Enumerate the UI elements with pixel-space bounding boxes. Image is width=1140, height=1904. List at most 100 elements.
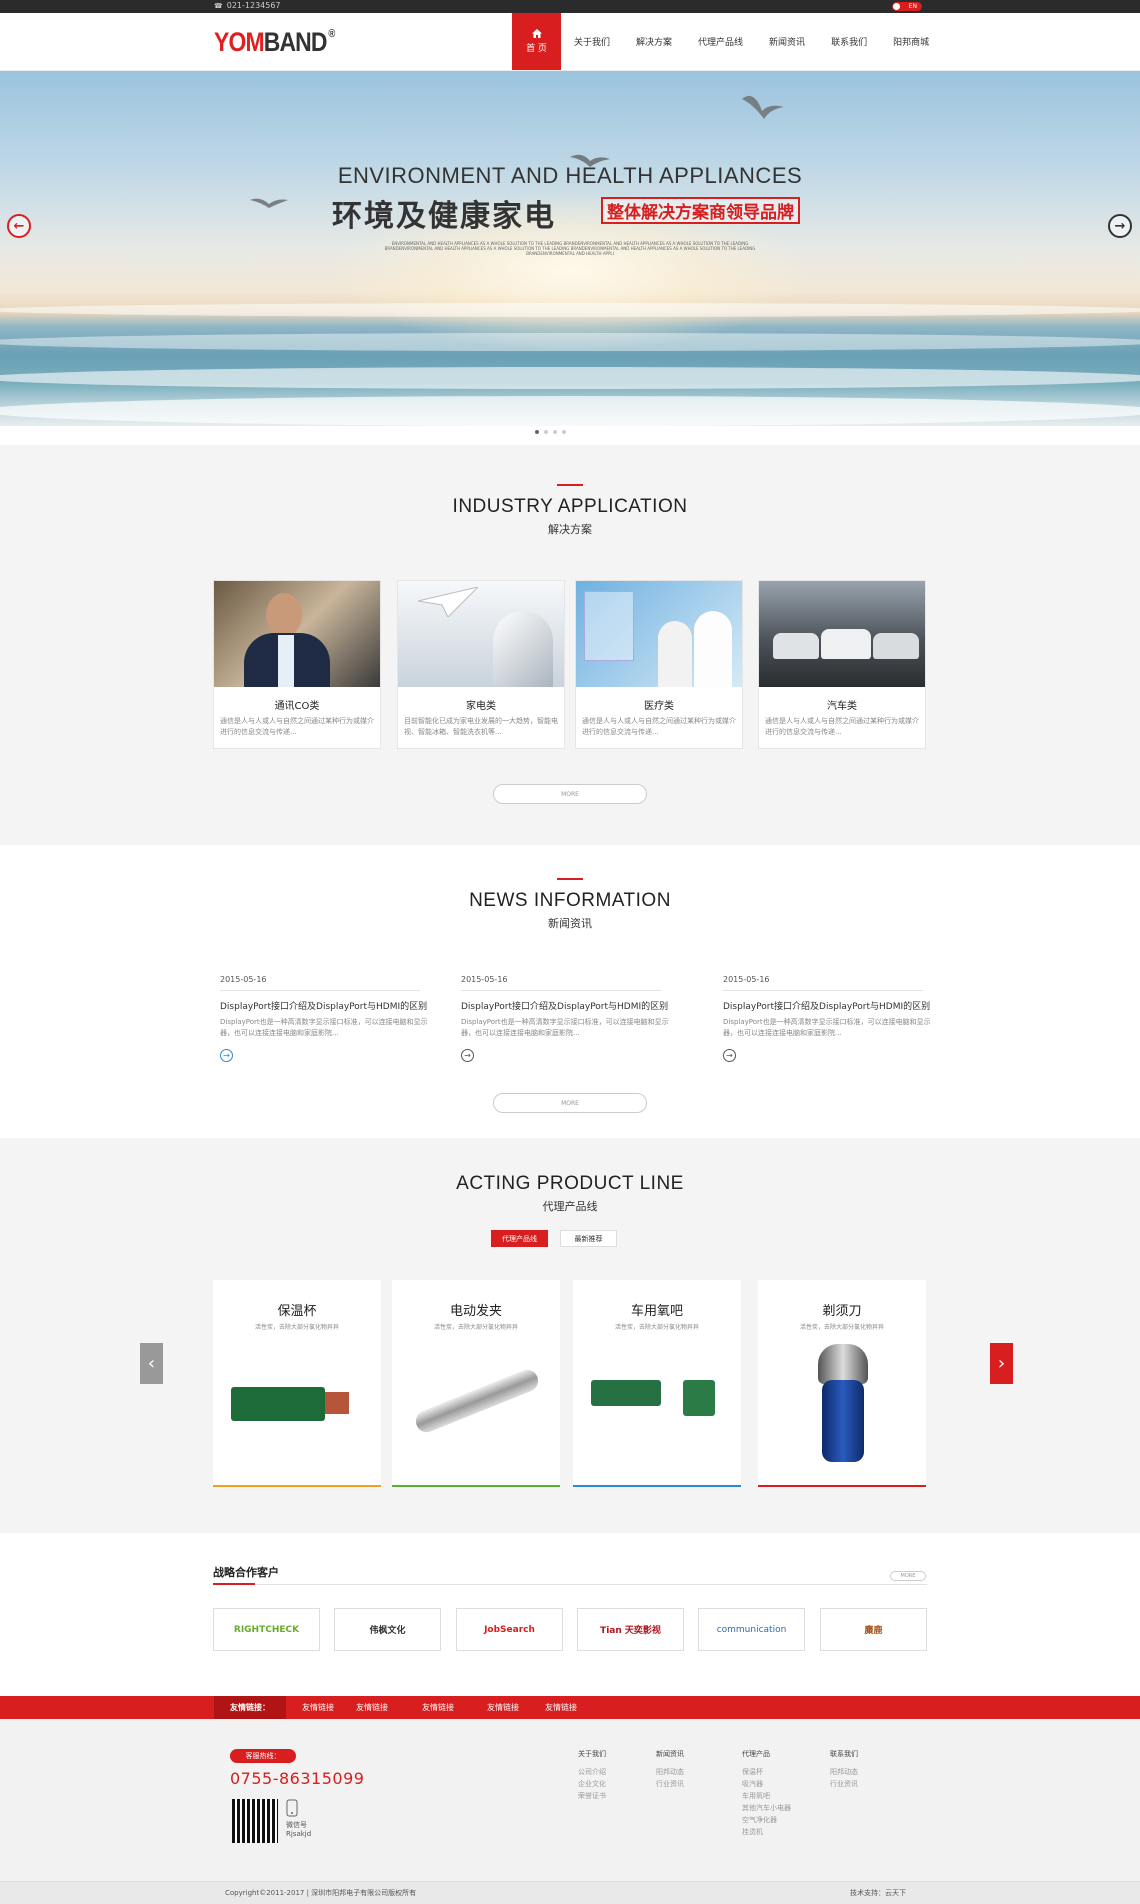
toggle-knob bbox=[893, 3, 900, 10]
footer-link[interactable]: 车用氧吧 bbox=[742, 1790, 791, 1802]
site-logo[interactable]: YOMBAND ® bbox=[214, 27, 335, 58]
pagination-dot[interactable] bbox=[553, 430, 557, 434]
footer-col-heading: 联系我们 bbox=[830, 1750, 858, 1758]
news-item[interactable]: 2015-05-16 DisplayPort接口介绍及DisplayPort与H… bbox=[220, 975, 430, 1062]
footer-link[interactable]: 公司介绍 bbox=[578, 1766, 606, 1778]
car-shape bbox=[773, 633, 819, 659]
card-desc: 目前智能化已成为家电业发展的一大趋势，智能电视、智能冰箱、智能洗衣机等... bbox=[404, 717, 558, 736]
main-nav: 首 页 关于我们 解决方案 代理产品线 新闻资讯 联系我们 阳邦商城 bbox=[512, 13, 942, 70]
footer-col-contact: 联系我们 阳邦动态 行业资讯 bbox=[830, 1749, 858, 1790]
mobile-phone-icon bbox=[286, 1799, 298, 1817]
pagination-dot[interactable] bbox=[535, 430, 539, 434]
friend-link[interactable]: 友情链接 bbox=[356, 1696, 388, 1719]
news-heading: NEWS INFORMATION 新闻资讯 bbox=[0, 878, 1140, 931]
card-image bbox=[398, 581, 564, 687]
partner-logo[interactable]: RIGHTCHECK bbox=[213, 1608, 320, 1651]
banner-small-text: ENVIRONMENTAL AND HEALTH APPLIANCES AS A… bbox=[384, 241, 756, 256]
partner-logo[interactable]: JobSearch bbox=[456, 1608, 563, 1651]
nav-solutions[interactable]: 解决方案 bbox=[623, 13, 685, 70]
product-card[interactable]: 保温杯 活性炭，去除大部分氯化物异异 bbox=[213, 1280, 381, 1487]
footer-col-heading: 代理产品 bbox=[742, 1750, 770, 1758]
hotline-number: 0755-86315099 bbox=[230, 1769, 365, 1788]
product-subtitle: 活性炭，去除大部分氯化物异异 bbox=[799, 1324, 884, 1331]
footer-link[interactable]: 阳邦动态 bbox=[830, 1766, 858, 1778]
industry-more-button[interactable]: MORE bbox=[493, 784, 647, 804]
partner-logo[interactable]: 麋鹿 bbox=[820, 1608, 927, 1651]
doctor-figure bbox=[694, 611, 732, 687]
news-more-button[interactable]: MORE bbox=[493, 1093, 647, 1113]
footer-link[interactable]: 保温杯 bbox=[742, 1766, 791, 1778]
partner-logo[interactable]: Tian 天奕影视 bbox=[577, 1608, 684, 1651]
industry-card[interactable]: 家电类 目前智能化已成为家电业发展的一大趋势，智能电视、智能冰箱、智能洗衣机等.… bbox=[397, 580, 565, 749]
footer-link[interactable]: 挂烫机 bbox=[742, 1826, 791, 1838]
card-desc: 通信是人与人或人与自然之间通过某种行为或媒介进行的信息交流与传递... bbox=[765, 717, 919, 736]
footer-link[interactable]: 阳邦动态 bbox=[656, 1766, 684, 1778]
site-footer: 客服热线： 0755-86315099 微信号 Rjsakjd 关于我们 公司介… bbox=[0, 1719, 1140, 1881]
arrow-right-icon: → bbox=[1114, 218, 1126, 234]
product-title: 电动发夹 bbox=[449, 1304, 502, 1319]
nav-mall[interactable]: 阳邦商城 bbox=[880, 13, 942, 70]
qr-code-image bbox=[232, 1799, 278, 1843]
xray-panel bbox=[584, 591, 634, 661]
footer-col-about: 关于我们 公司介绍 企业文化 荣誉证书 bbox=[578, 1749, 606, 1802]
card-desc: 通信是人与人或人与自然之间通过某种行为或媒介进行的信息交流与传递... bbox=[582, 717, 736, 736]
footer-link[interactable]: 荣誉证书 bbox=[578, 1790, 606, 1802]
friend-link[interactable]: 友情链接 bbox=[422, 1696, 454, 1719]
industry-card[interactable]: 医疗类 通信是人与人或人与自然之间通过某种行为或媒介进行的信息交流与传递... bbox=[575, 580, 743, 749]
nav-home[interactable]: 首 页 bbox=[512, 13, 561, 70]
product-card[interactable]: 电动发夹 活性炭，去除大部分氯化物异异 bbox=[392, 1280, 560, 1487]
footer-col-heading: 新闻资讯 bbox=[656, 1750, 684, 1758]
news-desc: DisplayPort也是一种高清数字显示接口标准，可以连接电脑和显示器，也可以… bbox=[723, 1018, 931, 1037]
footer-link[interactable]: 吸汽器 bbox=[742, 1778, 791, 1790]
footer-link[interactable]: 行业资讯 bbox=[830, 1778, 858, 1790]
nav-news[interactable]: 新闻资讯 bbox=[756, 13, 818, 70]
friend-link[interactable]: 友情链接 bbox=[302, 1696, 334, 1719]
wechat-label: 微信号 bbox=[286, 1821, 307, 1829]
card-title: 医疗类 bbox=[644, 701, 674, 712]
footer-link[interactable]: 其他汽车小电器 bbox=[742, 1802, 791, 1814]
card-accent-line bbox=[758, 1485, 926, 1487]
shaver-head-image bbox=[818, 1344, 868, 1384]
products-prev-button[interactable]: ‹ bbox=[140, 1343, 163, 1384]
language-toggle[interactable]: EN bbox=[892, 2, 922, 11]
nav-contact[interactable]: 联系我们 bbox=[818, 13, 880, 70]
product-card[interactable]: 剃须刀 活性炭，去除大部分氯化物异异 bbox=[758, 1280, 926, 1487]
card-title: 通讯CO类 bbox=[274, 701, 320, 712]
tech-support-text: 技术支持：云天下 bbox=[850, 1889, 906, 1897]
hero-banner: ENVIRONMENT AND HEALTH APPLIANCES 环境及健康家… bbox=[0, 71, 1140, 426]
partner-logo[interactable]: 伟枫文化 bbox=[334, 1608, 441, 1651]
banner-prev-button[interactable]: ← bbox=[7, 214, 31, 238]
arrow-right-circle-icon[interactable]: → bbox=[461, 1049, 474, 1062]
footer-link[interactable]: 企业文化 bbox=[578, 1778, 606, 1790]
news-title[interactable]: DisplayPort接口介绍及DisplayPort与HDMI的区别 bbox=[220, 999, 430, 1012]
nav-about[interactable]: 关于我们 bbox=[561, 13, 623, 70]
partner-logo[interactable]: communication bbox=[698, 1608, 805, 1651]
industry-card[interactable]: 汽车类 通信是人与人或人与自然之间通过某种行为或媒介进行的信息交流与传递... bbox=[758, 580, 926, 749]
news-item[interactable]: 2015-05-16 DisplayPort接口介绍及DisplayPort与H… bbox=[723, 975, 933, 1062]
tab-recommended[interactable]: 最新推荐 bbox=[560, 1230, 617, 1247]
product-card[interactable]: 车用氧吧 活性炭，去除大部分氯化物异异 bbox=[573, 1280, 741, 1487]
pagination-dot[interactable] bbox=[544, 430, 548, 434]
arrow-right-circle-icon[interactable]: → bbox=[723, 1049, 736, 1062]
news-title[interactable]: DisplayPort接口介绍及DisplayPort与HDMI的区别 bbox=[723, 999, 933, 1012]
banner-next-button[interactable]: → bbox=[1108, 214, 1132, 238]
partners-more-button[interactable]: MORE bbox=[890, 1571, 926, 1581]
news-desc: DisplayPort也是一种高清数字显示接口标准，可以连接电脑和显示器，也可以… bbox=[220, 1018, 428, 1037]
pagination-dot[interactable] bbox=[562, 430, 566, 434]
nav-product-line[interactable]: 代理产品线 bbox=[685, 13, 756, 70]
arrow-right-circle-icon[interactable]: → bbox=[220, 1049, 233, 1062]
friend-link[interactable]: 友情链接 bbox=[545, 1696, 577, 1719]
news-title[interactable]: DisplayPort接口介绍及DisplayPort与HDMI的区别 bbox=[461, 999, 671, 1012]
banner-title-cn: 环境及健康家电 bbox=[332, 199, 556, 234]
footer-link[interactable]: 行业资讯 bbox=[656, 1778, 684, 1790]
footer-link[interactable]: 空气净化器 bbox=[742, 1814, 791, 1826]
news-item[interactable]: 2015-05-16 DisplayPort接口介绍及DisplayPort与H… bbox=[461, 975, 671, 1062]
products-next-button[interactable]: › bbox=[990, 1343, 1013, 1384]
friend-links-label: 友情链接： bbox=[214, 1696, 286, 1719]
tab-product-line[interactable]: 代理产品线 bbox=[491, 1230, 548, 1247]
seagull-icon bbox=[250, 198, 288, 208]
industry-card[interactable]: 通讯CO类 通信是人与人或人与自然之间通过某种行为或媒介进行的信息交流与传递..… bbox=[213, 580, 381, 749]
divider bbox=[220, 990, 420, 991]
friend-link[interactable]: 友情链接 bbox=[487, 1696, 519, 1719]
doctor-figure bbox=[658, 621, 692, 687]
